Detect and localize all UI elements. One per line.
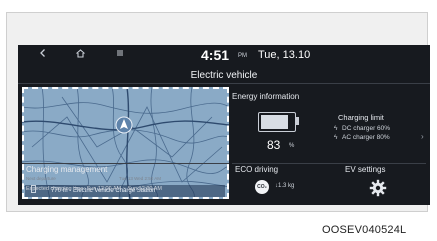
- clock-time: 4:51: [201, 47, 230, 63]
- next-departure-value: Tue 13 Wed 2:50 AM: [119, 176, 162, 181]
- battery-percent: 83: [267, 138, 281, 152]
- panel-divider: [232, 163, 426, 164]
- chevron-right-icon[interactable]: ›: [421, 132, 424, 141]
- charging-limit-title: Charging limit: [338, 113, 384, 122]
- battery-level-fill: [261, 115, 288, 129]
- gear-icon[interactable]: [369, 179, 387, 197]
- lightning-bolt-icon: ϟ: [334, 134, 338, 141]
- figure-caption: OOSEV040524L: [322, 224, 407, 236]
- energy-info-title[interactable]: Energy information: [232, 92, 299, 101]
- dc-charger-row: ϟ DC charger 60%: [334, 125, 390, 132]
- home-icon[interactable]: [73, 48, 87, 62]
- ac-charger-label: AC charger 80%: [342, 134, 390, 141]
- charging-management-title[interactable]: Charging management: [26, 165, 107, 174]
- ac-charger-row: ϟ AC charger 80%: [334, 134, 390, 141]
- next-departure-label: Next departure: [26, 176, 56, 181]
- status-bar: 4:51 PM Tue, 13.10: [18, 45, 430, 67]
- page-title: Electric vehicle: [190, 70, 258, 81]
- battery-icon: [258, 112, 296, 132]
- battery-percent-unit: %: [289, 143, 295, 149]
- co2-badge-icon: CO₂: [255, 180, 269, 194]
- eco-driving-title[interactable]: ECO driving: [235, 165, 278, 174]
- header-divider: [18, 83, 430, 84]
- battery-tip: [296, 117, 299, 125]
- lightning-bolt-icon: ϟ: [334, 125, 338, 132]
- co2-reduction-value: ↓1.3 kg: [275, 183, 295, 189]
- expected-charging-time: Expected charging time: Sun 12:00 AM ~ S…: [26, 186, 162, 192]
- panel-divider: [22, 163, 229, 164]
- clock-date: Tue, 13.10: [258, 49, 311, 61]
- highlight-dashed-border: [22, 87, 229, 199]
- clock-ampm: PM: [238, 53, 247, 59]
- ev-settings-title[interactable]: EV settings: [345, 165, 385, 174]
- menu-icon[interactable]: [113, 48, 127, 62]
- dc-charger-label: DC charger 60%: [342, 125, 391, 132]
- back-arrow-icon[interactable]: [36, 48, 50, 62]
- infotainment-screen: 4:51 PM Tue, 13.10 Electric vehicle 770 …: [18, 45, 430, 205]
